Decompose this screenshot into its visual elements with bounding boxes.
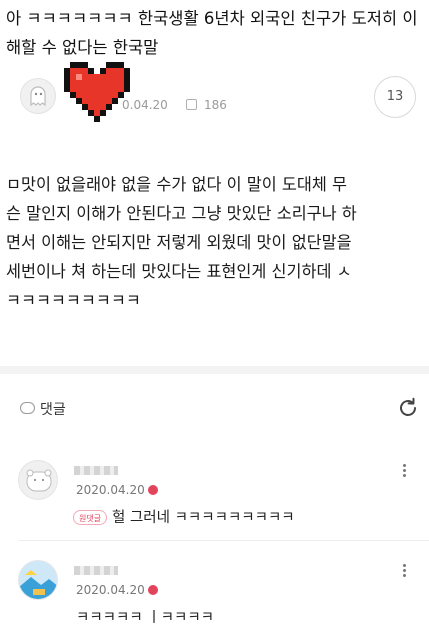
comment-item: 2020.04.20 ㅋㅋㅋㅋㅋ ㅣㅋㅋㅋㅋ bbox=[0, 560, 429, 634]
section-divider bbox=[0, 366, 429, 374]
ghost-avatar-icon bbox=[30, 86, 46, 107]
post-date: 0.04.20 bbox=[122, 98, 168, 112]
post-meta-row: 0.04.20 186 13 bbox=[0, 62, 429, 122]
view-count-icon bbox=[186, 99, 197, 110]
commenter-name-redacted bbox=[74, 566, 118, 575]
new-badge-icon bbox=[148, 585, 158, 595]
author-avatar[interactable] bbox=[20, 78, 56, 114]
post-body-line: 세번이나 쳐 하는데 맛있다는 표현인게 신기하데 ㅅ bbox=[6, 262, 352, 281]
post-title: 아 ㅋㅋㅋㅋㅋㅋㅋ 한국생활 6년차 외국인 친구가 도저히 이해할 수 없다는… bbox=[6, 9, 418, 57]
commenter-avatar[interactable] bbox=[18, 560, 58, 600]
more-vertical-icon[interactable] bbox=[396, 462, 412, 480]
landscape-avatar-icon bbox=[19, 561, 57, 599]
post-body-line: ㅁ맛이 없을래야 없을 수가 없다 이 말이 도대체 무 bbox=[6, 175, 347, 194]
commenter-name-redacted bbox=[74, 466, 118, 475]
bear-avatar-icon bbox=[26, 469, 52, 492]
post-body-line: ㅋㅋㅋㅋㅋㅋㅋㅋㅋ bbox=[6, 291, 141, 310]
comment-text: ㅋㅋㅋㅋㅋ ㅣㅋㅋㅋㅋ bbox=[76, 610, 215, 626]
pixel-heart-icon bbox=[64, 62, 130, 122]
comment-section-header: 댓글 bbox=[0, 386, 429, 430]
more-vertical-icon[interactable] bbox=[396, 562, 412, 580]
comment-badge: 원댓글 bbox=[73, 510, 108, 525]
speech-bubble-icon bbox=[20, 402, 35, 414]
comment-text: 헐 그러네 ㅋㅋㅋㅋㅋㅋㅋㅋㅋ bbox=[112, 510, 295, 526]
comment-section-label: 댓글 bbox=[40, 402, 66, 418]
comment-item: 2020.04.20 원댓글 헐 그러네 ㅋㅋㅋㅋㅋㅋㅋㅋㅋ bbox=[0, 460, 429, 534]
comment-date: 2020.04.20 bbox=[76, 483, 145, 497]
comment-separator bbox=[18, 540, 429, 541]
view-count: 186 bbox=[204, 98, 227, 112]
new-badge-icon bbox=[148, 485, 158, 495]
commenter-avatar[interactable] bbox=[18, 460, 58, 500]
comment-count-button[interactable]: 13 bbox=[374, 76, 416, 118]
post-body-line: 면서 이해는 안되지만 저렇게 외웠데 맛이 없단말을 bbox=[6, 233, 352, 252]
comment-date: 2020.04.20 bbox=[76, 583, 145, 597]
refresh-icon[interactable] bbox=[396, 396, 420, 420]
post-body-line: 슨 말인지 이해가 안된다고 그냥 맛있단 소리구나 하 bbox=[6, 204, 357, 223]
post-body: ㅁ맛이 없을래야 없을 수가 없다 이 말이 도대체 무 슨 말인지 이해가 안… bbox=[6, 170, 426, 315]
